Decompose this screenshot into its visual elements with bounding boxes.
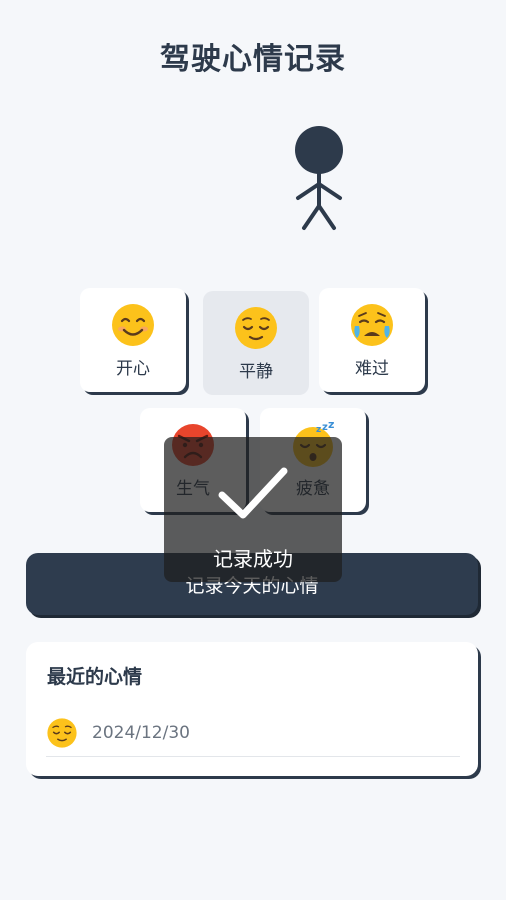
mood-card-calm[interactable]: 平静 <box>203 291 309 395</box>
stick-figure-icon <box>295 126 343 230</box>
relieved-face-icon <box>47 718 77 748</box>
recent-moods-card: 最近的心情 2024/12/30 <box>26 642 478 776</box>
mood-label-sad: 难过 <box>355 358 389 379</box>
page-title: 驾驶心情记录 <box>160 42 346 77</box>
mood-label-happy: 开心 <box>116 358 150 379</box>
svg-text:z: z <box>328 422 334 431</box>
mood-card-happy[interactable]: 开心 <box>80 288 186 392</box>
crying-face-icon <box>351 303 393 346</box>
recent-mood-entry: 2024/12/30 <box>46 710 460 757</box>
checkmark-icon <box>218 467 288 519</box>
mood-label-calm: 平静 <box>239 361 273 382</box>
svg-text:z: z <box>316 425 321 435</box>
toast-message: 记录成功 <box>213 547 293 571</box>
recent-moods-title: 最近的心情 <box>47 666 143 688</box>
relieved-face-icon <box>235 306 277 349</box>
smiling-face-icon <box>112 303 154 346</box>
success-toast: 记录成功 <box>164 437 342 582</box>
recent-mood-date: 2024/12/30 <box>92 723 190 743</box>
mood-card-sad[interactable]: 难过 <box>319 288 425 392</box>
